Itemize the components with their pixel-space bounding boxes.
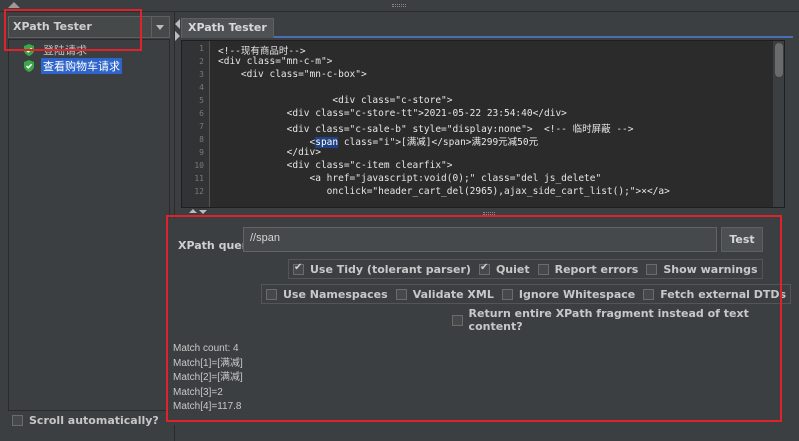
code-line: <div class="c-store">: [218, 95, 453, 106]
match-line: Match[2]=[满减]: [173, 372, 243, 383]
collapse-down-icon[interactable]: [199, 210, 207, 214]
line-number: 11: [194, 174, 204, 183]
line-number: 10: [194, 161, 204, 170]
code-line: <!--现有商品时-->: [218, 46, 306, 57]
collapse-up-icon[interactable]: [189, 209, 197, 213]
line-gutter: 1 2 3 4 5 6 7 8 9 10 11 12: [182, 41, 210, 207]
line-number: 8: [199, 135, 204, 144]
xpath-query-panel: XPath query : //span Test Use Tidy (tole…: [168, 218, 794, 425]
code-line: <div class="c-store-tt">2021-05-22 23:54…: [218, 108, 567, 119]
tree-item-label: 查看购物车请求: [41, 57, 122, 74]
return-fragment-label: Return entire XPath fragment instead of …: [468, 307, 749, 333]
code-line: <div class="mn-c-box">: [218, 69, 367, 80]
scroll-automatically-option[interactable]: Scroll automatically?: [12, 414, 159, 427]
use-namespaces-option[interactable]: Use Namespaces: [266, 288, 388, 301]
tab-xpath-tester[interactable]: XPath Tester: [181, 18, 274, 38]
fetch-dtds-checkbox[interactable]: [643, 288, 655, 300]
line-number: 5: [199, 96, 204, 105]
validate-xml-checkbox[interactable]: [395, 288, 407, 300]
collapse-left-icon[interactable]: [175, 19, 180, 29]
quiet-label: Quiet: [495, 262, 530, 276]
tree-item-view-cart[interactable]: 查看购物车请求: [11, 57, 122, 74]
xpath-query-input[interactable]: //span: [243, 227, 717, 252]
grip-icon[interactable]: [483, 212, 495, 215]
right-panel: XPath Tester 1 2 3 4 5 6 7 8 9 10 11 12 …: [168, 12, 799, 441]
line-number: 1: [199, 44, 204, 53]
use-namespaces-checkbox[interactable]: [266, 288, 277, 300]
tree-item-label: 登陆请求: [43, 43, 87, 57]
code-line: <div class="c-item clearfix">: [218, 160, 453, 171]
ignore-whitespace-label: Ignore Whitespace: [518, 287, 636, 301]
match-line: Match[3]=2: [173, 386, 223, 398]
shield-check-icon: [23, 43, 35, 56]
validate-xml-option[interactable]: Validate XML: [395, 287, 494, 301]
scroll-automatically-checkbox[interactable]: [12, 415, 23, 426]
code-line: <div class="mn-c-m">: [218, 56, 333, 67]
match-line: Match[1]=[满减]: [173, 357, 243, 369]
report-errors-checkbox[interactable]: [537, 263, 549, 275]
return-fragment-option[interactable]: Return entire XPath fragment instead of …: [452, 307, 790, 333]
fetch-dtds-label: Fetch external DTDs: [660, 287, 787, 301]
scroll-automatically-label: Scroll automatically?: [29, 414, 159, 427]
use-tidy-label: Use Tidy (tolerant parser): [310, 262, 471, 276]
line-number: 2: [199, 57, 204, 66]
dropdown-button[interactable]: [151, 17, 167, 37]
code-line: onclick="header_cart_del(2965),ajax_side…: [218, 186, 670, 197]
sampler-combo[interactable]: XPath Tester: [8, 16, 170, 38]
options-row-tidy: Use Tidy (tolerant parser) Quiet Report …: [288, 259, 763, 279]
code-line: <a href="javascript:void(0);" class="del…: [218, 173, 602, 184]
line-number: 6: [199, 109, 204, 118]
left-panel: XPath Tester 登陆请求 查看购物车请求 Scroll automat…: [0, 12, 175, 441]
code-line: </div>: [218, 147, 321, 158]
collapse-up-icon[interactable]: [8, 2, 20, 8]
ignore-whitespace-option[interactable]: Ignore Whitespace: [501, 287, 636, 301]
match-count: Match count: 4: [173, 343, 239, 354]
line-number: 9: [199, 148, 204, 157]
show-warnings-option[interactable]: Show warnings: [646, 262, 758, 276]
horizontal-splitter[interactable]: [181, 209, 799, 218]
show-warnings-label: Show warnings: [663, 262, 758, 276]
code-line: <div class="c-sale-b" style="display:non…: [218, 124, 634, 135]
show-warnings-checkbox[interactable]: [646, 263, 658, 275]
tab-bar: XPath Tester: [181, 18, 793, 38]
match-results: Match count: 4 Match[1]=[满减] Match[2]=[满…: [173, 342, 243, 415]
editor-scrollbar[interactable]: [772, 41, 784, 207]
code-line: <span class="i">[满减]</span>满299元减50元: [218, 134, 538, 148]
line-number: 3: [199, 70, 204, 79]
options-row-xml: Use Namespaces Validate XML Ignore White…: [261, 284, 792, 304]
scrollbar-thumb[interactable]: [775, 43, 783, 77]
report-errors-option[interactable]: Report errors: [537, 262, 639, 276]
quiet-option[interactable]: Quiet: [478, 262, 530, 276]
combo-label: XPath Tester: [13, 20, 92, 33]
response-editor[interactable]: 1 2 3 4 5 6 7 8 9 10 11 12 <!--现有商品时--> …: [181, 40, 785, 208]
shield-check-icon: [23, 59, 35, 72]
options-row-fragment: Return entire XPath fragment instead of …: [448, 307, 794, 333]
fetch-dtds-option[interactable]: Fetch external DTDs: [643, 288, 786, 301]
quiet-checkbox[interactable]: [478, 262, 490, 275]
validate-xml-label: Validate XML: [412, 287, 494, 301]
line-number: 7: [199, 122, 204, 131]
match-line: Match[4]=117.8: [173, 401, 242, 412]
chevron-down-icon: [156, 25, 164, 30]
line-number: 12: [194, 187, 204, 196]
return-fragment-checkbox[interactable]: [452, 314, 463, 326]
result-tree: 登陆请求 查看购物车请求: [8, 39, 170, 411]
grip-icon[interactable]: [392, 4, 406, 7]
ignore-whitespace-checkbox[interactable]: [501, 288, 513, 300]
line-number: 4: [199, 83, 204, 92]
collapse-right-icon[interactable]: [175, 31, 180, 41]
use-namespaces-label: Use Namespaces: [283, 287, 388, 301]
code-text: class="i">[满减]</span>满299元减50元: [338, 137, 539, 148]
test-button[interactable]: Test: [721, 227, 763, 252]
use-tidy-option[interactable]: Use Tidy (tolerant parser): [293, 262, 471, 276]
tree-item-login[interactable]: 登陆请求: [11, 42, 89, 57]
report-errors-label: Report errors: [554, 262, 639, 276]
use-tidy-checkbox[interactable]: [293, 262, 304, 275]
top-split-bar[interactable]: [0, 0, 799, 12]
